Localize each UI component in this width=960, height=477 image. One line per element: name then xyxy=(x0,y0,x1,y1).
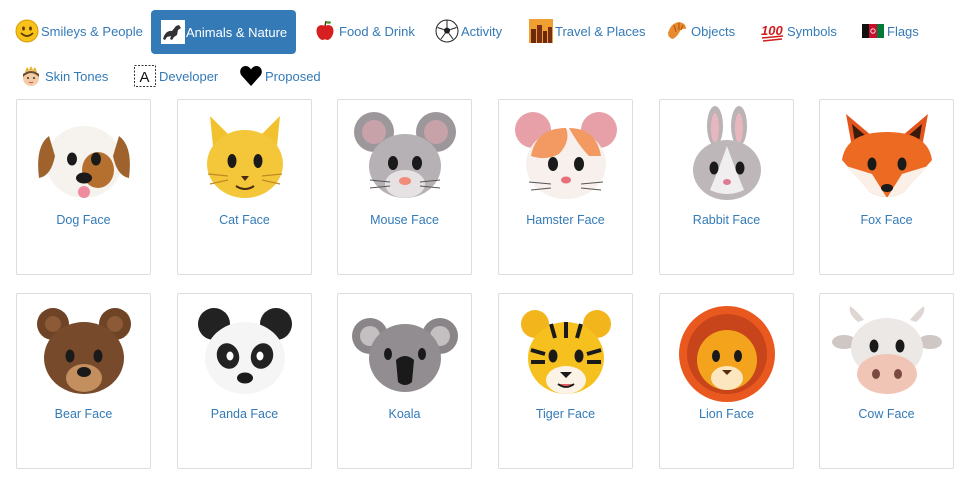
hundred-points-icon: 100 xyxy=(760,18,786,44)
svg-text:A: A xyxy=(140,69,150,86)
emoji-name: Rabbit Face xyxy=(692,213,761,227)
emoji-name: Tiger Face xyxy=(535,407,596,421)
emoji-name: Cow Face xyxy=(858,407,915,421)
tab-objects[interactable]: Objects xyxy=(664,9,735,53)
tab-label: Activity xyxy=(461,23,503,39)
soccer-ball-icon xyxy=(434,18,460,44)
tab-label: Proposed xyxy=(265,68,321,84)
tab-developer[interactable]: A Developer xyxy=(132,54,218,98)
tab-proposed[interactable]: Proposed xyxy=(238,54,321,98)
tab-animals-nature[interactable]: Animals & Nature xyxy=(151,10,296,54)
princess-icon xyxy=(18,63,44,89)
emoji-card-tiger-face[interactable]: Tiger Face xyxy=(498,293,633,469)
croissant-icon xyxy=(664,18,690,44)
koala-icon xyxy=(352,318,458,392)
city-skyline-icon xyxy=(528,18,554,44)
cat-face-icon xyxy=(207,116,283,198)
dog-face-icon xyxy=(38,126,130,198)
tab-activity[interactable]: Activity xyxy=(434,9,502,53)
letter-a-box-icon: A xyxy=(132,63,158,89)
lion-face-icon xyxy=(679,306,775,402)
emoji-name: Koala xyxy=(388,407,421,421)
emoji-name: Cat Face xyxy=(219,213,270,227)
tab-food-drink[interactable]: Food & Drink xyxy=(312,9,415,53)
apple-icon xyxy=(312,18,338,44)
tab-smileys-people[interactable]: Smileys & People xyxy=(14,9,143,53)
hamster-face-icon xyxy=(515,112,617,199)
flag-icon xyxy=(860,18,886,44)
tab-label: Skin Tones xyxy=(45,68,109,84)
emoji-card-panda-face[interactable]: Panda Face xyxy=(177,293,312,469)
tab-label: Smileys & People xyxy=(41,23,143,39)
fox-face-icon xyxy=(842,114,932,198)
smiley-face-icon xyxy=(14,18,40,44)
emoji-card-dog-face[interactable]: Dog Face xyxy=(16,99,151,275)
rabbit-face-icon xyxy=(693,106,761,200)
black-heart-icon xyxy=(238,63,264,89)
tab-label: Animals & Nature xyxy=(186,24,288,40)
emoji-card-koala[interactable]: Koala xyxy=(337,293,472,469)
emoji-card-mouse-face[interactable]: Mouse Face xyxy=(337,99,472,275)
emoji-name: Hamster Face xyxy=(526,213,605,227)
emoji-name: Lion Face xyxy=(699,407,754,421)
tab-skin-tones[interactable]: Skin Tones xyxy=(18,54,108,98)
tab-label: Objects xyxy=(691,23,736,39)
emoji-card-cow-face[interactable]: Cow Face xyxy=(819,293,954,469)
tab-label: Food & Drink xyxy=(339,23,415,39)
emoji-name: Mouse Face xyxy=(370,213,439,227)
emoji-card-rabbit-face[interactable]: Rabbit Face xyxy=(659,99,794,275)
emoji-card-bear-face[interactable]: Bear Face xyxy=(16,293,151,469)
horse-icon xyxy=(161,19,185,45)
tab-label: Flags xyxy=(887,23,919,39)
tab-symbols[interactable]: 100 Symbols xyxy=(760,9,837,53)
tab-label: Developer xyxy=(159,68,219,84)
cow-face-icon xyxy=(832,306,942,394)
emoji-name: Panda Face xyxy=(210,407,279,421)
emoji-card-hamster-face[interactable]: Hamster Face xyxy=(498,99,633,275)
emoji-card-cat-face[interactable]: Cat Face xyxy=(177,99,312,275)
tab-flags[interactable]: Flags xyxy=(860,9,919,53)
tab-label: Symbols xyxy=(787,23,837,39)
tiger-face-icon xyxy=(521,310,611,394)
emoji-card-lion-face[interactable]: Lion Face xyxy=(659,293,794,469)
emoji-name: Dog Face xyxy=(56,213,111,227)
bear-face-icon xyxy=(37,308,131,394)
emoji-card-fox-face[interactable]: Fox Face xyxy=(819,99,954,275)
tab-travel-places[interactable]: Travel & Places xyxy=(528,9,646,53)
emoji-name: Fox Face xyxy=(860,213,913,227)
tab-label: Travel & Places xyxy=(555,23,646,39)
emoji-name: Bear Face xyxy=(54,407,113,421)
panda-face-icon xyxy=(198,308,292,394)
mouse-face-icon xyxy=(354,112,456,198)
